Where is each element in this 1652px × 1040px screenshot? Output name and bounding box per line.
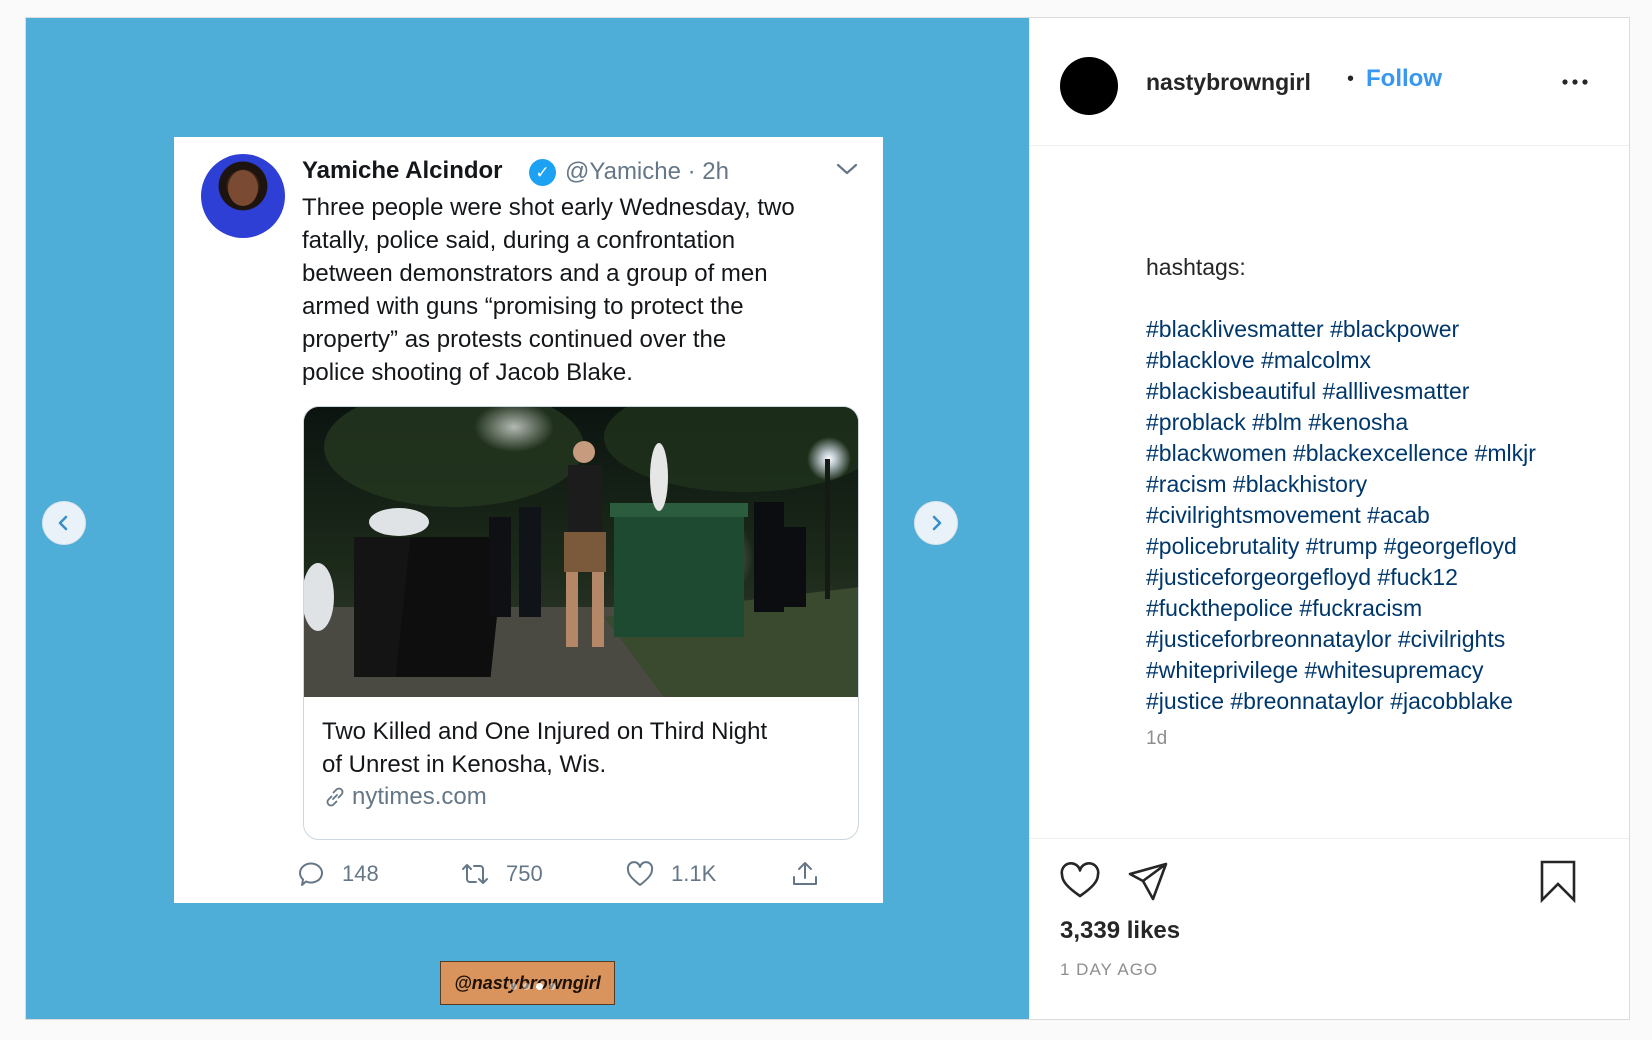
retweet-count: 750 — [506, 861, 543, 886]
post-header: nastybrowngirl • Follow — [1030, 18, 1629, 146]
tweet-link-card: Two Killed and One Injured on Third Nigh… — [303, 406, 859, 840]
tweet-heart-icon — [626, 861, 654, 886]
chevron-down-icon — [836, 163, 858, 175]
caption-hashtags[interactable]: #blacklivesmatter #blackpower #blacklove… — [1146, 314, 1616, 717]
separator-dot: • — [1347, 68, 1355, 90]
likes-count[interactable]: 3,339 likes — [1060, 917, 1180, 945]
chevron-right-icon — [932, 515, 942, 531]
username-link[interactable]: nastybrowngirl — [1146, 69, 1311, 96]
heart-icon[interactable] — [1058, 859, 1102, 903]
carousel-dot — [510, 983, 517, 990]
carousel-dot — [536, 983, 543, 990]
follow-button[interactable]: Follow — [1366, 65, 1442, 93]
post-details-panel: nastybrowngirl • Follow hashtags: #black… — [1029, 18, 1629, 1019]
more-horizontal-icon[interactable] — [1560, 72, 1590, 92]
link-icon — [326, 787, 344, 807]
post-caption: hashtags: #blacklivesmatter #blackpower … — [1146, 252, 1616, 717]
tweet-like-action: 1.1K — [625, 859, 716, 889]
previous-slide-button[interactable] — [42, 501, 86, 545]
instagram-post-modal: Yamiche Alcindor ✓ @Yamiche · 2h Three p… — [25, 17, 1630, 1020]
paper-plane-icon[interactable] — [1126, 859, 1170, 903]
tweet-handle-time: @Yamiche · 2h — [565, 158, 729, 185]
post-actions: 3,339 likes 1 DAY AGO — [1030, 838, 1629, 1019]
share-upload-icon — [793, 862, 817, 885]
tweet-reply-action: 148 — [296, 859, 379, 889]
avatar[interactable] — [1060, 57, 1118, 115]
post-date: 1 DAY AGO — [1060, 960, 1159, 979]
link-card-domain: nytimes.com — [322, 783, 487, 811]
bookmark-icon[interactable] — [1536, 859, 1580, 903]
tweet-author-name: Yamiche Alcindor — [302, 157, 503, 184]
caption-lead-text: hashtags: — [1146, 254, 1246, 280]
tweet-share-action — [790, 859, 820, 889]
reply-icon — [299, 862, 323, 886]
link-domain-text: nytimes.com — [352, 783, 487, 810]
post-media: Yamiche Alcindor ✓ @Yamiche · 2h Three p… — [26, 18, 1029, 1019]
tweet-retweet-action: 750 — [460, 859, 543, 889]
reply-count: 148 — [342, 861, 379, 886]
chevron-left-icon — [58, 515, 68, 531]
caption-timestamp: 1d — [1146, 728, 1168, 749]
tweet-author-avatar — [201, 154, 285, 238]
verified-badge-icon: ✓ — [529, 159, 556, 186]
link-card-title: Two Killed and One Injured on Third Nigh… — [322, 718, 768, 778]
carousel-indicator — [510, 983, 556, 990]
next-slide-button[interactable] — [914, 501, 958, 545]
retweet-icon — [462, 864, 488, 884]
tweet-screenshot: Yamiche Alcindor ✓ @Yamiche · 2h Three p… — [174, 137, 883, 903]
tweet-like-count: 1.1K — [671, 861, 717, 886]
carousel-dot — [523, 983, 530, 990]
tweet-text: Three people were shot early Wednesday, … — [302, 194, 795, 386]
carousel-dot — [549, 983, 556, 990]
news-photo — [304, 407, 858, 697]
